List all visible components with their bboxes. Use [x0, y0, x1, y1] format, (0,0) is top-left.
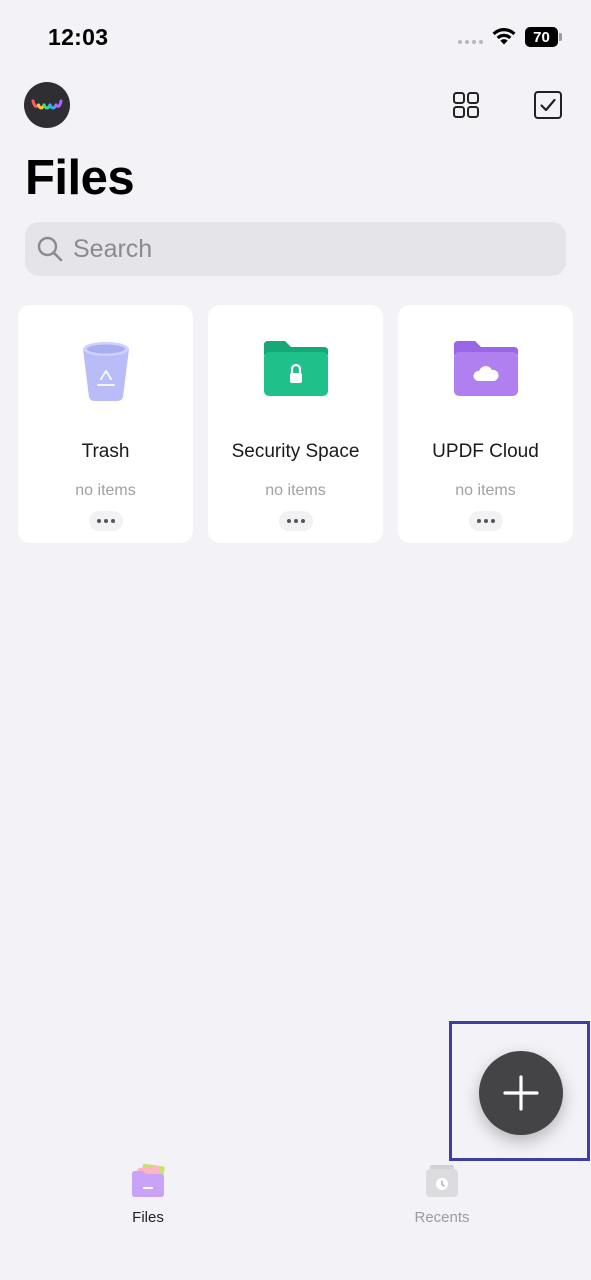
- status-bar: 12:03 70: [0, 0, 591, 76]
- folder-card-updf-cloud[interactable]: UPDF Cloud no items: [398, 305, 573, 543]
- folder-label: Trash: [81, 441, 130, 462]
- checkbox-select-icon: [534, 91, 562, 119]
- files-screen: 12:03 70 Files Search Trash no items Sec…: [0, 0, 591, 1280]
- battery-icon: 70: [525, 27, 562, 47]
- select-button[interactable]: [531, 88, 565, 122]
- folder-item-count: no items: [455, 482, 516, 499]
- folder-item-count: no items: [265, 482, 326, 499]
- avatar[interactable]: [24, 82, 70, 128]
- folder-item-count: no items: [75, 482, 136, 499]
- tab-label: Files: [132, 1209, 164, 1226]
- search-input[interactable]: [73, 234, 543, 264]
- app-logo-icon: [31, 99, 63, 110]
- plus-icon: [503, 1075, 539, 1111]
- more-options-button[interactable]: [88, 511, 123, 531]
- files-tab-icon: [132, 1163, 165, 1197]
- recents-tab-icon: [426, 1165, 458, 1197]
- add-button[interactable]: [479, 1051, 563, 1135]
- folder-label: UPDF Cloud: [432, 441, 539, 462]
- search-bar[interactable]: [25, 222, 566, 276]
- more-options-button[interactable]: [468, 511, 503, 531]
- status-time: 12:03: [48, 24, 109, 50]
- folder-card-security-space[interactable]: Security Space no items: [208, 305, 383, 543]
- wifi-icon: [492, 28, 516, 45]
- folder-grid: Trash no items Security Space no items U…: [18, 305, 574, 543]
- trash-bin-icon: [82, 342, 129, 401]
- more-options-button[interactable]: [278, 511, 313, 531]
- tab-files[interactable]: Files: [88, 1162, 208, 1232]
- tab-label: Recents: [414, 1209, 470, 1226]
- page-title: Files: [25, 151, 135, 205]
- cloud-folder-icon: [453, 341, 518, 396]
- grid-view-icon: [453, 92, 479, 118]
- tab-recents[interactable]: Recents: [382, 1162, 502, 1232]
- battery-level: 70: [533, 28, 550, 46]
- folder-card-trash[interactable]: Trash no items: [18, 305, 193, 543]
- search-icon: [35, 234, 65, 264]
- lock-folder-icon: [263, 341, 328, 396]
- grid-view-button[interactable]: [449, 88, 483, 122]
- signal-dots-icon: [458, 40, 483, 44]
- folder-label: Security Space: [231, 441, 360, 462]
